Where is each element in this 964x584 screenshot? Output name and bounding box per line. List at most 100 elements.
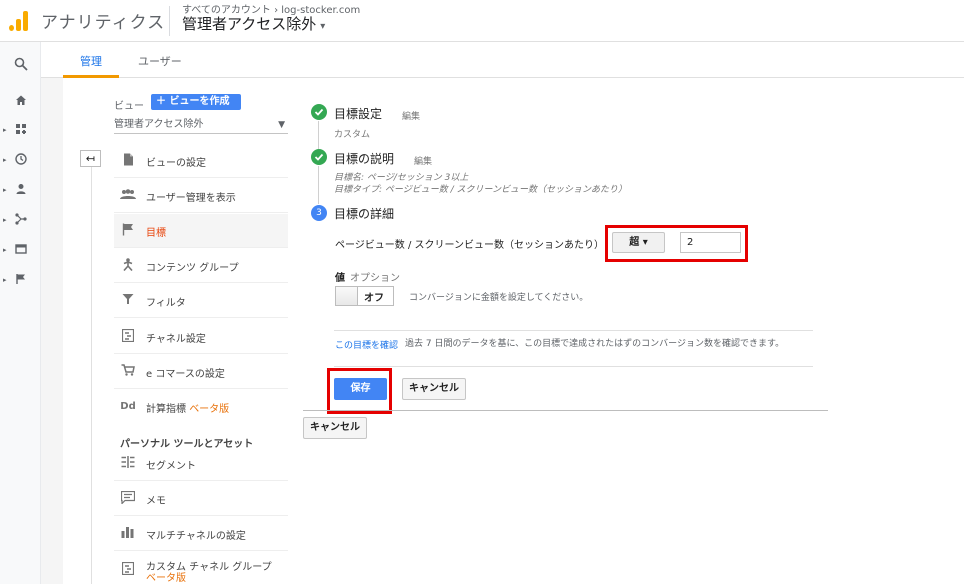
check-icon bbox=[311, 104, 327, 120]
cancel-button[interactable]: キャンセル bbox=[402, 378, 466, 400]
beta-badge: ベータ版 bbox=[146, 573, 186, 584]
menu-item-label: カスタム チャネル グループ ベータ版 bbox=[146, 562, 272, 584]
left-rail: ▸ ▸ ▸ ▸ ▸ ▸ bbox=[0, 42, 41, 584]
dd-icon: Dd bbox=[120, 401, 136, 412]
admin-tabs: 管理 ユーザー bbox=[41, 42, 964, 78]
menu-item-content-group[interactable]: コンテンツ グループ bbox=[114, 249, 288, 283]
step3-title: 目標の詳細 bbox=[334, 207, 395, 221]
value-label: 値 bbox=[335, 273, 345, 284]
view-dropdown[interactable]: 管理者アクセス除外 ▼ bbox=[114, 116, 288, 134]
verify-description: 過去 7 日間のデータを基に、この目標で達成されたはずのコンバージョン数を確認で… bbox=[405, 339, 785, 349]
app-name: アナリティクス bbox=[41, 13, 166, 33]
view-title: 管理者アクセス除外 bbox=[182, 15, 317, 33]
operator-dropdown[interactable]: 超 ▾ bbox=[612, 232, 665, 253]
memo-icon bbox=[120, 490, 136, 507]
outer-cancel-button[interactable]: キャンセル bbox=[303, 417, 367, 439]
flag-icon[interactable] bbox=[12, 273, 30, 291]
back-arrow-button[interactable]: ↤ bbox=[80, 150, 101, 167]
view-dropdown-value: 管理者アクセス除外 bbox=[114, 119, 204, 130]
channel-icon bbox=[120, 328, 136, 345]
cart-icon bbox=[120, 364, 136, 380]
menu-item-label: セグメント bbox=[146, 461, 196, 472]
people-icon bbox=[120, 188, 136, 204]
step1-summary: カスタム bbox=[334, 130, 371, 140]
expand-arrow-icon[interactable]: ▸ bbox=[3, 216, 9, 224]
menu-item-user-management[interactable]: ユーザー管理を表示 bbox=[114, 179, 288, 213]
view-selector[interactable]: 管理者アクセス除外 ▾ bbox=[182, 13, 325, 34]
save-button[interactable]: 保存 bbox=[334, 378, 387, 400]
menu-item-label: ユーザー管理を表示 bbox=[146, 193, 236, 204]
value-toggle[interactable]: オフ bbox=[335, 286, 394, 306]
check-icon bbox=[311, 149, 327, 165]
expand-arrow-icon[interactable]: ▸ bbox=[3, 246, 9, 254]
create-view-button[interactable]: ＋ ビューを作成 bbox=[151, 94, 241, 110]
home-icon[interactable] bbox=[12, 94, 30, 112]
step2-title: 目標の説明 bbox=[334, 152, 395, 166]
document-icon bbox=[120, 153, 136, 169]
column-divider bbox=[91, 167, 92, 584]
header-divider bbox=[169, 6, 170, 36]
left-gutter bbox=[41, 78, 63, 584]
filter-icon bbox=[120, 293, 136, 309]
bar-chart-icon bbox=[120, 526, 136, 542]
menu-item-channel-settings[interactable]: チャネル設定 bbox=[114, 320, 288, 354]
behavior-icon[interactable] bbox=[12, 243, 30, 261]
step2-goal-type: 目標タイプ: ページビュー数 / スクリーンビュー数（セッションあたり） bbox=[334, 185, 628, 195]
expand-arrow-icon[interactable]: ▸ bbox=[3, 126, 9, 134]
menu-item-label: コンテンツ グループ bbox=[146, 263, 239, 274]
analytics-admin-goals: アナリティクス すべてのアカウント › log-stocker.com 管理者ア… bbox=[0, 0, 964, 584]
divider bbox=[303, 410, 828, 411]
step2-edit-link[interactable]: 編集 bbox=[414, 154, 432, 167]
custom-channel-icon bbox=[120, 561, 136, 578]
menu-item-label: メモ bbox=[146, 496, 166, 507]
verify-goal-link[interactable]: この目標を確認 bbox=[335, 338, 398, 351]
divider bbox=[334, 330, 813, 331]
menu-item-memo[interactable]: メモ bbox=[114, 482, 288, 516]
person-icon[interactable] bbox=[12, 183, 30, 201]
active-tab-indicator bbox=[63, 75, 119, 78]
menu-item-calculated-metrics[interactable]: Dd 計算指標 ベータ版 bbox=[114, 390, 288, 424]
menu-item-label: ビューの設定 bbox=[146, 158, 206, 169]
value-description: コンバージョンに金額を設定してください。 bbox=[409, 293, 589, 303]
expand-arrow-icon[interactable]: ▸ bbox=[3, 186, 9, 194]
menu-item-view-settings[interactable]: ビューの設定 bbox=[114, 144, 288, 178]
top-header: アナリティクス すべてのアカウント › log-stocker.com 管理者ア… bbox=[0, 0, 964, 42]
tab-user[interactable]: ユーザー bbox=[138, 53, 182, 69]
menu-item-label: 目標 bbox=[146, 228, 166, 239]
menu-item-label: e コマースの設定 bbox=[146, 369, 225, 380]
dashboard-icon[interactable] bbox=[12, 123, 30, 141]
flag-icon bbox=[120, 223, 136, 239]
toggle-label: オフ bbox=[364, 293, 384, 304]
menu-item-custom-channel-group[interactable]: カスタム チャネル グループ ベータ版 bbox=[114, 553, 288, 584]
menu-item-label: チャネル設定 bbox=[146, 334, 206, 345]
acquisition-icon[interactable] bbox=[12, 213, 30, 231]
search-icon[interactable] bbox=[12, 57, 30, 75]
step-connector bbox=[318, 121, 319, 149]
expand-arrow-icon[interactable]: ▸ bbox=[3, 276, 9, 284]
menu-item-ecommerce[interactable]: e コマースの設定 bbox=[114, 355, 288, 389]
step3-number: 3 bbox=[311, 205, 327, 221]
menu-item-label: フィルタ bbox=[146, 298, 186, 309]
segment-icon bbox=[120, 456, 136, 472]
content-group-icon bbox=[120, 258, 136, 274]
menu-item-label: マルチチャネルの設定 bbox=[146, 531, 246, 542]
expand-arrow-icon[interactable]: ▸ bbox=[3, 156, 9, 164]
toggle-knob bbox=[336, 287, 358, 305]
optional-label: オプション bbox=[350, 273, 400, 284]
menu-item-filter[interactable]: フィルタ bbox=[114, 284, 288, 318]
step-connector bbox=[318, 166, 319, 204]
step1-edit-link[interactable]: 編集 bbox=[402, 109, 420, 122]
clock-icon[interactable] bbox=[12, 153, 30, 171]
chevron-down-icon: ▾ bbox=[320, 21, 326, 32]
threshold-input[interactable]: 2 bbox=[680, 232, 741, 253]
step1-title: 目標設定 bbox=[334, 107, 383, 121]
menu-item-goals[interactable]: 目標 bbox=[114, 214, 288, 248]
analytics-logo-icon[interactable] bbox=[8, 9, 30, 31]
dropdown-caret-icon: ▼ bbox=[278, 120, 285, 130]
menu-item-multichannel[interactable]: マルチチャネルの設定 bbox=[114, 517, 288, 551]
menu-item-segment[interactable]: セグメント bbox=[114, 447, 288, 481]
divider bbox=[334, 366, 813, 367]
menu-item-label: 計算指標 ベータ版 bbox=[146, 404, 230, 415]
condition-label: ページビュー数 / スクリーンビュー数（セッションあたり） bbox=[335, 240, 605, 251]
tab-admin[interactable]: 管理 bbox=[80, 53, 102, 69]
